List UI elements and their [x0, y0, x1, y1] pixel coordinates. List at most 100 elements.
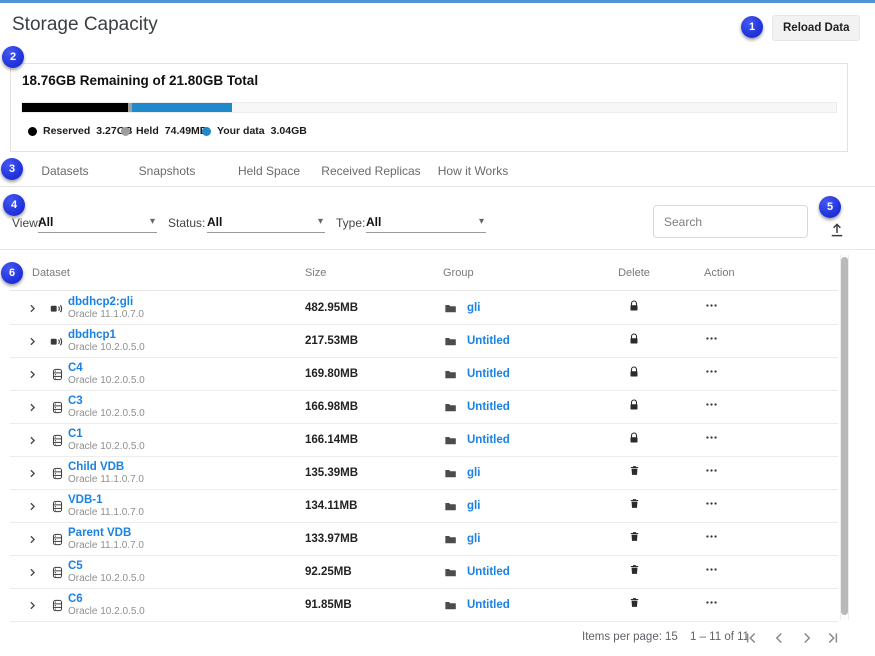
- dataset-link[interactable]: Child VDB: [68, 461, 300, 473]
- table-row: C6Oracle 10.2.0.5.091.85MBUntitled: [10, 589, 838, 622]
- lock-icon[interactable]: [628, 365, 640, 379]
- column-header-size: Size: [300, 267, 438, 279]
- lock-icon[interactable]: [628, 431, 640, 445]
- search-input[interactable]: [653, 205, 808, 238]
- expand-row-chevron-icon[interactable]: [26, 401, 39, 414]
- delete-cell: [604, 299, 664, 318]
- dataset-link[interactable]: C6: [68, 593, 300, 605]
- dataset-link[interactable]: C1: [68, 428, 300, 440]
- status-filter-label: Status:: [168, 216, 205, 230]
- expand-row-chevron-icon[interactable]: [26, 335, 39, 348]
- group-link[interactable]: Untitled: [467, 401, 510, 413]
- row-actions-button[interactable]: [704, 332, 719, 345]
- export-icon[interactable]: [828, 221, 846, 239]
- row-actions-button[interactable]: [704, 431, 719, 444]
- dataset-cell: C4Oracle 10.2.0.5.0: [68, 362, 300, 386]
- tab-how-it-works[interactable]: How it Works: [422, 157, 524, 186]
- group-link[interactable]: Untitled: [467, 599, 510, 611]
- action-cell: [664, 464, 838, 482]
- group-cell: gli: [438, 467, 604, 480]
- lock-icon[interactable]: [628, 398, 640, 412]
- database-icon: [51, 433, 64, 448]
- your-data-dot-icon: [202, 127, 211, 136]
- type-filter-label: Type:: [336, 216, 365, 230]
- dataset-link[interactable]: C5: [68, 560, 300, 572]
- tab-snapshots[interactable]: Snapshots: [116, 157, 218, 186]
- action-cell: [664, 365, 838, 383]
- expand-row-chevron-icon[interactable]: [26, 500, 39, 513]
- dsource-icon: [49, 301, 65, 316]
- delete-cell: [604, 464, 664, 482]
- first-page-button[interactable]: [742, 629, 760, 647]
- tab-held-space[interactable]: Held Space: [218, 157, 320, 186]
- row-actions-button[interactable]: [704, 365, 719, 378]
- capacity-segment-your-data: [132, 103, 232, 112]
- group-link[interactable]: gli: [467, 467, 480, 479]
- legend-value: 74.49MB: [165, 125, 208, 137]
- dataset-link[interactable]: dbdhcp2:gli: [68, 296, 300, 308]
- dataset-cell: VDB-1Oracle 11.1.0.7.0: [68, 494, 300, 518]
- items-per-page-label: Items per page:: [582, 631, 662, 643]
- group-link[interactable]: gli: [467, 302, 480, 314]
- row-actions-button[interactable]: [704, 497, 719, 510]
- items-per-page-value[interactable]: 15: [665, 631, 678, 643]
- lock-icon[interactable]: [628, 299, 640, 313]
- expand-row-chevron-icon[interactable]: [26, 467, 39, 480]
- trash-icon[interactable]: [629, 596, 640, 609]
- dataset-version: Oracle 11.1.0.7.0: [68, 540, 300, 551]
- type-filter-select[interactable]: All ▾: [366, 213, 486, 233]
- dataset-link[interactable]: VDB-1: [68, 494, 300, 506]
- expand-row-chevron-icon[interactable]: [26, 368, 39, 381]
- group-cell: Untitled: [438, 434, 604, 447]
- group-link[interactable]: Untitled: [467, 368, 510, 380]
- dataset-size: 133.97MB: [300, 533, 438, 545]
- scrollbar-thumb[interactable]: [841, 257, 848, 615]
- expand-row-chevron-icon[interactable]: [26, 302, 39, 315]
- status-filter-select[interactable]: All ▾: [207, 213, 325, 233]
- action-cell: [664, 431, 838, 449]
- dataset-link[interactable]: C3: [68, 395, 300, 407]
- row-actions-button[interactable]: [704, 299, 719, 312]
- group-link[interactable]: gli: [467, 500, 480, 512]
- row-actions-button[interactable]: [704, 398, 719, 411]
- top-accent-bar: [0, 0, 875, 3]
- reload-data-button[interactable]: Reload Data: [772, 15, 860, 41]
- group-link[interactable]: Untitled: [467, 566, 510, 578]
- dataset-link[interactable]: C4: [68, 362, 300, 374]
- tab-datasets[interactable]: Datasets: [14, 157, 116, 186]
- last-page-button[interactable]: [824, 629, 842, 647]
- row-actions-button[interactable]: [704, 530, 719, 543]
- expand-row-chevron-icon[interactable]: [26, 434, 39, 447]
- previous-page-button[interactable]: [770, 629, 788, 647]
- dataset-version: Oracle 10.2.0.5.0: [68, 375, 300, 386]
- group-link[interactable]: Untitled: [467, 434, 510, 446]
- group-link[interactable]: gli: [467, 533, 480, 545]
- delete-cell: [604, 596, 664, 614]
- lock-icon[interactable]: [628, 332, 640, 346]
- folder-icon: [443, 467, 458, 480]
- trash-icon[interactable]: [629, 497, 640, 510]
- tabs-divider: [0, 186, 875, 187]
- capacity-bar: [21, 102, 837, 113]
- expand-row-chevron-icon[interactable]: [26, 533, 39, 546]
- row-actions-button[interactable]: [704, 464, 719, 477]
- tab-received-replicas[interactable]: Received Replicas: [320, 157, 422, 186]
- trash-icon[interactable]: [629, 464, 640, 477]
- group-cell: gli: [438, 500, 604, 513]
- row-actions-button[interactable]: [704, 563, 719, 576]
- trash-icon[interactable]: [629, 530, 640, 543]
- next-page-button[interactable]: [798, 629, 816, 647]
- dataset-size: 92.25MB: [300, 566, 438, 578]
- expand-row-chevron-icon[interactable]: [26, 599, 39, 612]
- group-link[interactable]: Untitled: [467, 335, 510, 347]
- expand-row-chevron-icon[interactable]: [26, 566, 39, 579]
- row-actions-button[interactable]: [704, 596, 719, 609]
- trash-icon[interactable]: [629, 563, 640, 576]
- dataset-link[interactable]: Parent VDB: [68, 527, 300, 539]
- action-cell: [664, 596, 838, 614]
- capacity-summary-text: 18.76GB Remaining of 21.80GB Total: [22, 73, 258, 88]
- view-filter-select[interactable]: All ▾: [38, 213, 157, 233]
- dataset-cell: Child VDBOracle 11.1.0.7.0: [68, 461, 300, 485]
- table-row: C5Oracle 10.2.0.5.092.25MBUntitled: [10, 556, 838, 589]
- dataset-link[interactable]: dbdhcp1: [68, 329, 300, 341]
